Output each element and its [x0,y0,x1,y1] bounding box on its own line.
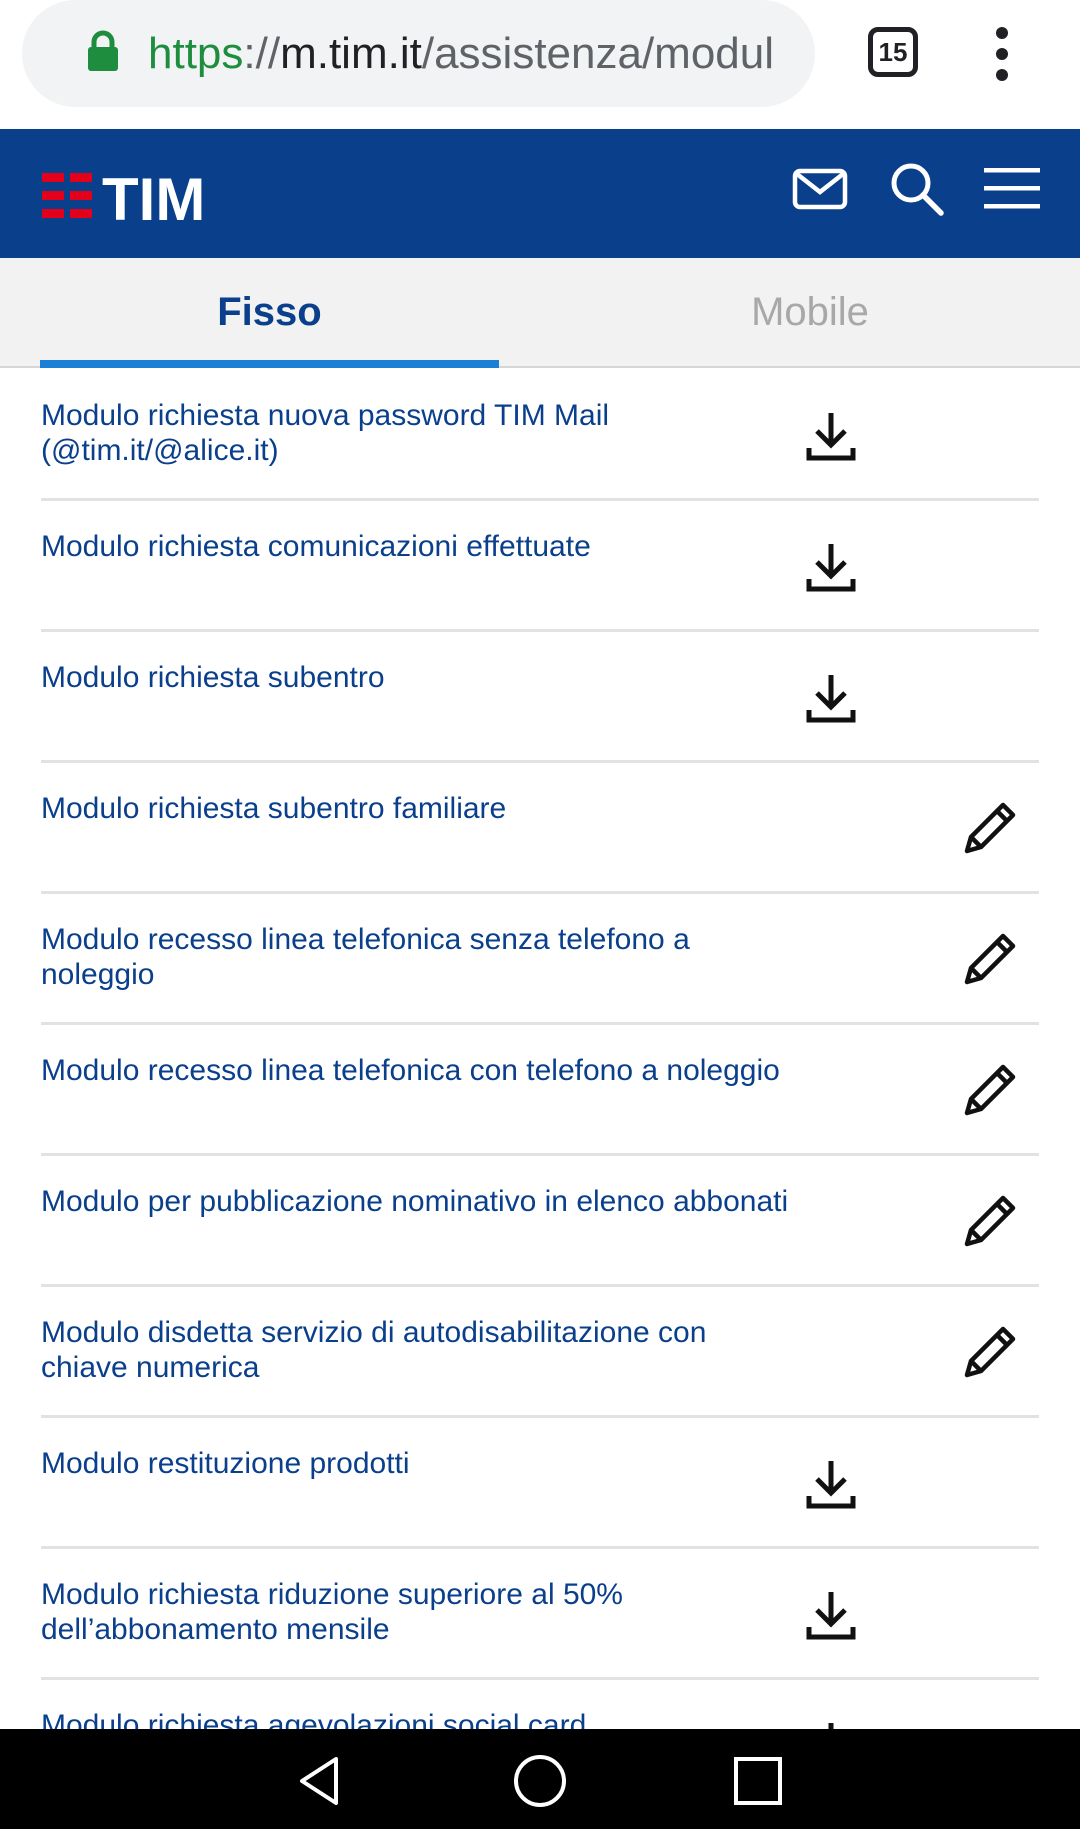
url-text[interactable]: https://m.tim.it/assistenza/modul [148,24,815,84]
list-item[interactable]: Modulo recesso linea telefonica senza te… [41,894,1039,1025]
edit-pencil-icon[interactable] [963,801,1017,855]
url-scheme: https [148,29,244,78]
hamburger-menu-icon[interactable] [984,166,1040,210]
address-bar[interactable]: https://m.tim.it/assistenza/modul [22,0,815,107]
module-link[interactable]: Modulo restituzione prodotti [41,1446,801,1481]
download-icon[interactable] [805,410,857,462]
edit-pencil-icon[interactable] [963,932,1017,986]
tab-count: 15 [878,36,908,67]
module-link[interactable]: Modulo richiesta nuova password TIM Mail… [41,398,801,468]
module-link[interactable]: Modulo per pubblicazione nominativo in e… [41,1184,801,1219]
module-link[interactable]: Modulo richiesta subentro [41,660,801,695]
list-item[interactable]: Modulo disdetta servizio di autodisabili… [41,1287,1039,1418]
module-link[interactable]: Modulo disdetta servizio di autodisabili… [41,1315,801,1385]
tab-fisso[interactable]: Fisso [40,258,499,366]
list-item[interactable]: Modulo richiesta subentro familiare [41,763,1039,894]
list-item[interactable]: Modulo recesso linea telefonica con tele… [41,1025,1039,1156]
download-icon[interactable] [805,1589,857,1641]
home-icon[interactable] [512,1753,568,1809]
system-navigation-bar [0,1729,1080,1829]
more-options-icon[interactable] [990,26,1014,82]
list-item[interactable]: Modulo restituzione prodotti [41,1418,1039,1549]
url-separator: :// [243,29,281,78]
module-link[interactable]: Modulo richiesta comunicazioni effettuat… [41,529,801,564]
lock-icon [88,30,118,71]
module-link[interactable]: Modulo recesso linea telefonica senza te… [41,922,801,992]
list-item[interactable]: Modulo richiesta riduzione superiore al … [41,1549,1039,1680]
tab-mobile[interactable]: Mobile [580,258,1040,366]
download-icon[interactable] [805,672,857,724]
list-item[interactable]: Modulo richiesta subentro [41,632,1039,763]
module-list: Modulo richiesta nuova password TIM Mail… [41,370,1039,1729]
active-tab-indicator [40,360,499,368]
url-path: /assistenza/modul [421,29,775,78]
tab-switcher-button[interactable]: 15 [868,27,918,77]
edit-pencil-icon[interactable] [963,1063,1017,1117]
module-link[interactable]: Modulo richiesta riduzione superiore al … [41,1577,801,1647]
list-item[interactable]: Modulo richiesta comunicazioni effettuat… [41,501,1039,632]
list-item[interactable]: Modulo per pubblicazione nominativo in e… [41,1156,1039,1287]
recent-apps-icon[interactable] [730,1753,786,1809]
module-link[interactable]: Modulo richiesta subentro familiare [41,791,801,826]
tim-logo[interactable]: TIM [42,169,242,225]
tab-bar: Fisso Mobile [0,258,1080,368]
mail-icon[interactable] [792,168,848,210]
list-item[interactable]: Modulo richiesta agevolazioni social car… [41,1680,1039,1729]
edit-pencil-icon[interactable] [963,1325,1017,1379]
download-icon[interactable] [805,1720,857,1729]
download-icon[interactable] [805,541,857,593]
browser-toolbar: https://m.tim.it/assistenza/modul 15 [0,0,1080,129]
download-icon[interactable] [805,1458,857,1510]
module-link[interactable]: Modulo recesso linea telefonica con tele… [41,1053,801,1088]
module-link[interactable]: Modulo richiesta agevolazioni social car… [41,1708,801,1729]
back-icon[interactable] [292,1753,348,1809]
edit-pencil-icon[interactable] [963,1194,1017,1248]
search-icon[interactable] [890,162,944,216]
url-host: m.tim.it [280,29,422,78]
list-item[interactable]: Modulo richiesta nuova password TIM Mail… [41,370,1039,501]
logo-text: TIM [102,169,205,225]
